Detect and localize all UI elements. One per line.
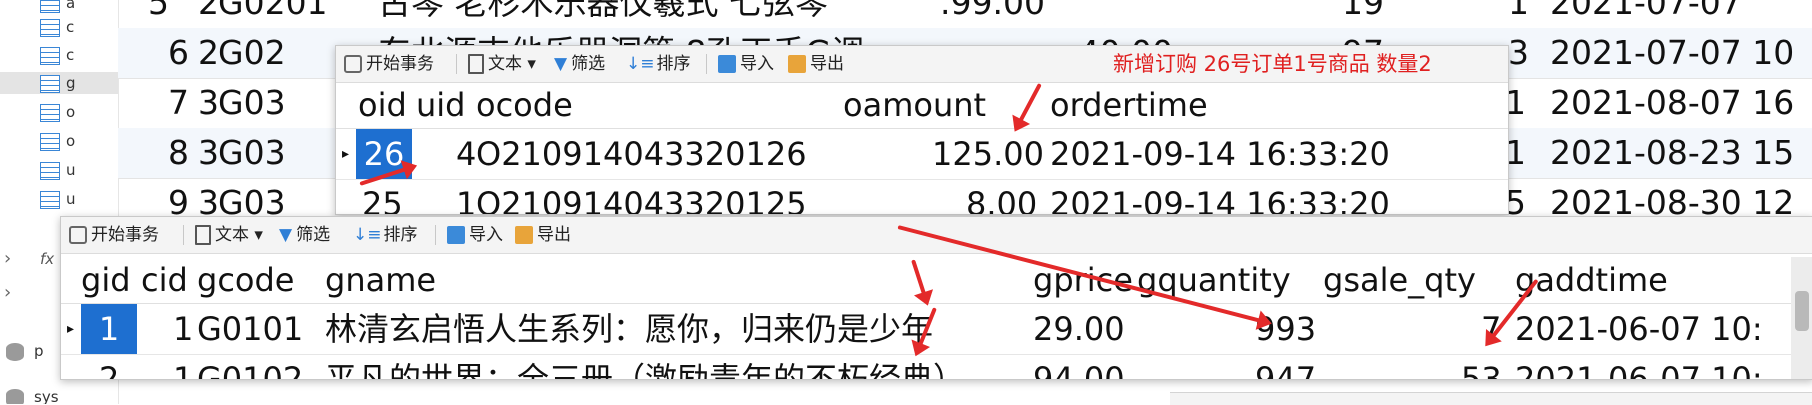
table-row-selected[interactable]: ▸ 1 1 G0101 林清玄启悟人生系列：愿你，归来仍是少年 29.00 99…: [61, 304, 1812, 355]
table-row-selected[interactable]: ▸ 26 4 O210914043320126 125.00 2021-09-1…: [336, 129, 1508, 180]
tree-item-table-selected[interactable]: g: [0, 72, 118, 94]
tree-item-table[interactable]: u: [40, 188, 118, 210]
expand-arrow-icon[interactable]: ›: [4, 248, 26, 270]
export-icon: [515, 226, 533, 244]
goods-grid-header: gid cid gcode gname gprice gquantity gsa…: [61, 257, 1812, 304]
sort-button[interactable]: ↓≡ 排序: [626, 46, 691, 82]
column-header-cid[interactable]: cid: [141, 257, 188, 303]
table-icon: [40, 132, 60, 151]
text-view-button[interactable]: 文本 ▾: [195, 217, 263, 253]
import-button[interactable]: 导入: [718, 46, 774, 82]
table-icon: [40, 46, 60, 65]
tree-item-table[interactable]: o: [40, 130, 118, 152]
text-view-button[interactable]: 文本 ▾: [468, 46, 536, 82]
table-icon: [40, 161, 60, 180]
row-pointer-icon: ▸: [342, 146, 350, 162]
orders-toolbar: 开始事务 文本 ▾ ▼ 筛选 ↓≡ 排序 导入 导出 新增订购 26号订单1号商品 …: [336, 46, 1508, 83]
import-button[interactable]: 导入: [447, 217, 503, 253]
function-icon: fx: [40, 250, 55, 268]
sort-icon: ↓≡: [353, 225, 382, 245]
tree-item-table[interactable]: c: [40, 44, 118, 66]
transaction-icon: [344, 55, 362, 73]
table-row[interactable]: 25 1 O210914043320125 8.00 2021-09-14 16…: [336, 179, 1508, 214]
toolbar-divider: [456, 54, 457, 74]
column-header-ocode[interactable]: ocode: [476, 82, 573, 128]
status-bar: [1170, 392, 1812, 405]
orders-grid-header: oid uid ocode oamount ordertime: [336, 82, 1508, 129]
funnel-icon: ▼: [554, 54, 568, 74]
document-icon: [468, 54, 484, 74]
column-header-gid[interactable]: gid: [81, 257, 131, 303]
table-icon: [40, 190, 60, 209]
vertical-scrollbar[interactable]: [1791, 257, 1812, 379]
funnel-icon: ▼: [279, 225, 293, 245]
export-button[interactable]: 导出: [515, 217, 571, 253]
tree-item-table[interactable]: c: [40, 16, 118, 38]
column-header-oamount[interactable]: oamount: [843, 82, 986, 128]
begin-transaction-button[interactable]: 开始事务: [344, 46, 434, 82]
column-header-gsale-qty[interactable]: gsale_qty: [1323, 257, 1476, 303]
table-row[interactable]: 5 2 G0201 古琴 老杉木乐器仪羲式 七弦琴 .99.00 19 1 20…: [118, 0, 1812, 29]
tree-item-table[interactable]: o: [40, 101, 118, 123]
toolbar-divider: [183, 225, 184, 245]
table-icon: [40, 0, 60, 13]
column-header-gcode[interactable]: gcode: [197, 257, 294, 303]
toolbar-divider: [706, 54, 707, 74]
transaction-icon: [69, 226, 87, 244]
expand-arrow-icon[interactable]: ›: [4, 282, 26, 304]
annotation-text: 新增订购 26号订单1号商品 数量2: [1113, 52, 1432, 76]
database-icon: [6, 342, 24, 361]
filter-button[interactable]: ▼ 筛选: [279, 217, 330, 253]
toolbar-divider: [435, 225, 436, 245]
table-row[interactable]: 2 1 G0102 平凡的世界：全三册（激励青年的不朽经典） 94.00 947…: [61, 354, 1812, 379]
tree-item-table[interactable]: a: [40, 0, 118, 14]
begin-transaction-button[interactable]: 开始事务: [69, 217, 159, 253]
document-icon: [195, 225, 211, 245]
database-icon: [6, 388, 24, 404]
column-header-gname[interactable]: gname: [325, 257, 436, 303]
filter-button[interactable]: ▼ 筛选: [554, 46, 605, 82]
column-header-uid[interactable]: uid: [416, 82, 465, 128]
export-button[interactable]: 导出: [788, 46, 844, 82]
sort-button[interactable]: ↓≡ 排序: [353, 217, 418, 253]
table-icon: [40, 18, 60, 37]
scrollbar-thumb[interactable]: [1795, 291, 1809, 331]
table-icon: [40, 103, 60, 122]
import-icon: [447, 226, 465, 244]
row-pointer-icon: ▸: [67, 321, 75, 337]
orders-table-window: 开始事务 文本 ▾ ▼ 筛选 ↓≡ 排序 导入 导出 新增订购 26号订单1号商品 …: [335, 45, 1509, 215]
column-header-ordertime[interactable]: ordertime: [1050, 82, 1208, 128]
tree-item-table[interactable]: u: [40, 159, 118, 181]
sort-icon: ↓≡: [626, 54, 655, 74]
tree-item-database[interactable]: sys: [6, 386, 84, 404]
import-icon: [718, 55, 736, 73]
export-icon: [788, 55, 806, 73]
table-icon: [40, 74, 60, 93]
column-header-oid[interactable]: oid: [358, 82, 407, 128]
